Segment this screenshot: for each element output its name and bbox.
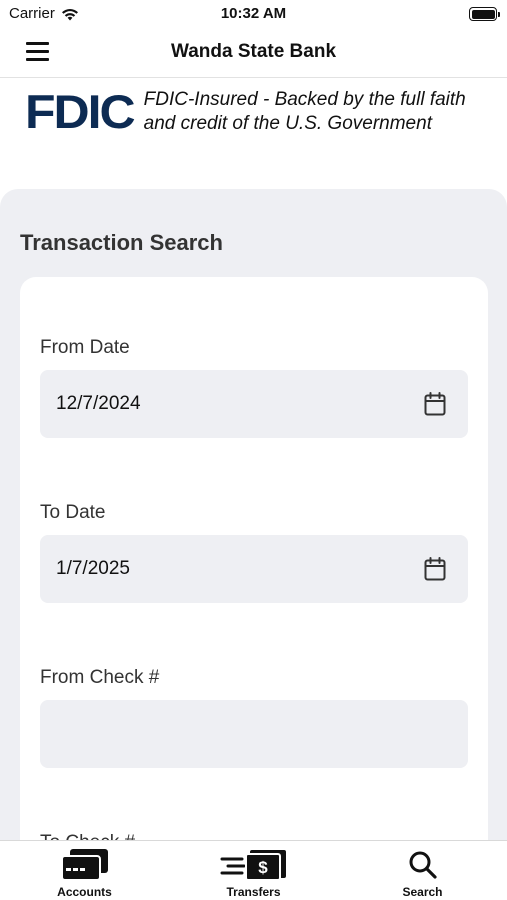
tab-search[interactable]: Search [338, 841, 507, 900]
transaction-search-panel: Transaction Search From Date 12/7/2024 T… [0, 189, 507, 897]
tab-transfers[interactable]: $ Transfers [169, 841, 338, 900]
to-date-label: To Date [40, 502, 106, 523]
calendar-icon[interactable] [424, 557, 446, 581]
calendar-icon[interactable] [424, 392, 446, 416]
section-title: Transaction Search [20, 230, 223, 255]
search-icon [409, 851, 437, 879]
credit-card-icon [60, 849, 108, 881]
fdic-disclaimer-line2: and credit of the U.S. Government [143, 113, 432, 134]
to-date-value: 1/7/2025 [56, 558, 130, 579]
fdic-logo: FDIC [25, 85, 136, 139]
fdic-disclaimer-line1: FDIC-Insured - Backed by the full faith [143, 89, 466, 110]
money-transfer-icon: $ [220, 850, 286, 881]
svg-text:$: $ [258, 858, 268, 877]
tab-accounts[interactable]: Accounts [0, 841, 169, 900]
status-bar: Carrier 10:32 AM [0, 0, 507, 28]
tab-bar: Accounts $ Transfers Search [0, 840, 507, 900]
to-date-field[interactable]: 1/7/2025 [40, 535, 468, 603]
tab-label-transfers: Transfers [226, 885, 281, 899]
nav-bar: Wanda State Bank [0, 28, 507, 78]
from-date-field[interactable]: 12/7/2024 [40, 370, 468, 438]
page-title: Wanda State Bank [170, 41, 337, 62]
battery-icon [469, 7, 500, 21]
from-date-value: 12/7/2024 [56, 393, 141, 414]
from-date-label: From Date [40, 337, 130, 358]
status-time: 10:32 AM [220, 5, 287, 22]
search-form-card: From Date 12/7/2024 To Date 1/7/2025 Fro… [20, 277, 488, 897]
tab-label-accounts: Accounts [57, 885, 112, 899]
fdic-banner: FDIC FDIC-Insured - Backed by the full f… [25, 86, 495, 138]
fdic-disclaimer: FDIC-Insured - Backed by the full faith … [144, 88, 466, 136]
tab-label-search: Search [402, 885, 443, 899]
from-check-input[interactable] [40, 700, 468, 768]
from-check-label: From Check # [40, 667, 160, 688]
